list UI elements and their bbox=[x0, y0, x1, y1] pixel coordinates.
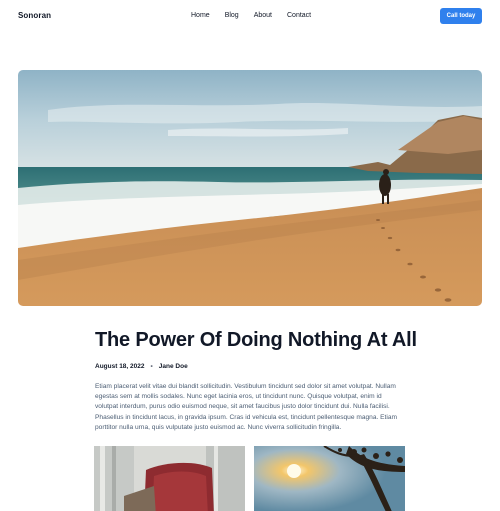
nav-about-link[interactable]: About bbox=[254, 12, 272, 19]
article-body: Etiam placerat velit vitae dui blandit s… bbox=[95, 383, 398, 431]
nav-home-link[interactable]: Home bbox=[191, 12, 210, 19]
article-date: August 18, 2022 bbox=[95, 363, 145, 370]
article-title: The Power Of Doing Nothing At All bbox=[95, 329, 417, 351]
article-meta: August 18, 2022 • Jane Doe bbox=[95, 363, 405, 370]
call-today-button[interactable]: Call today bbox=[440, 8, 482, 24]
meta-separator: • bbox=[150, 363, 153, 370]
nav-contact-link[interactable]: Contact bbox=[287, 12, 311, 19]
sunset-tree-photo bbox=[254, 446, 405, 511]
pillow-photo bbox=[94, 446, 245, 511]
main-nav: Home Blog About Contact bbox=[191, 12, 311, 19]
article-author[interactable]: Jane Doe bbox=[159, 363, 188, 370]
nav-blog-link[interactable]: Blog bbox=[225, 12, 239, 19]
site-header: Sonoran Home Blog About Contact Call tod… bbox=[0, 0, 500, 32]
site-logo[interactable]: Sonoran bbox=[18, 11, 51, 20]
blog-article: The Power Of Doing Nothing At All August… bbox=[95, 328, 417, 433]
hero-beach-image bbox=[18, 70, 482, 306]
